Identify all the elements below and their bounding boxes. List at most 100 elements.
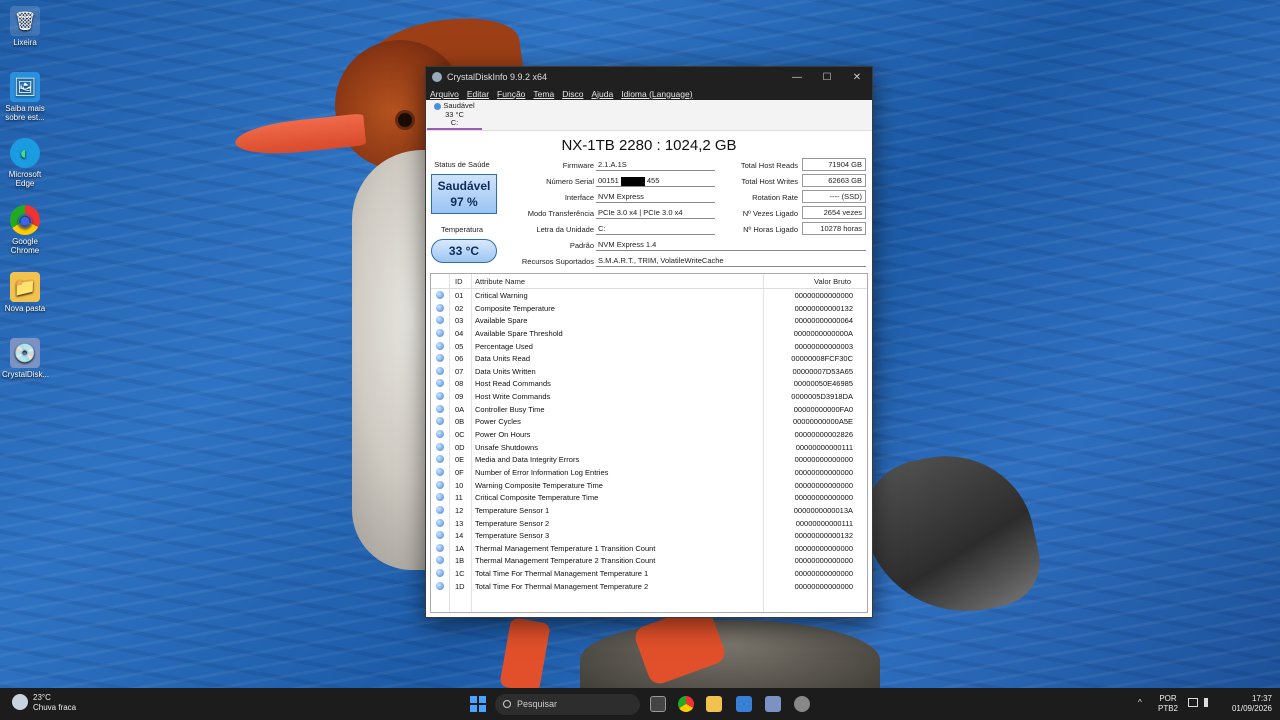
host-reads-label: Total Host Reads [740,161,798,170]
smart-row[interactable]: 10 Warning Composite Temperature Time 0000… [431,479,867,492]
temperature-button[interactable]: 33 °C [431,239,497,263]
menu-editar[interactable]: Editar [467,89,489,99]
smart-row[interactable]: 11 Critical Composite Temperature Time 000… [431,491,867,504]
desktop-icon-new-folder[interactable]: 📁 Nova pasta [2,272,48,313]
smart-id: 13 [455,518,464,528]
smart-row[interactable]: 05 Percentage Used 00000000000003 [431,340,867,353]
tray-chevron-icon[interactable]: ^ [1138,698,1142,708]
smart-row[interactable]: 04 Available Spare Threshold 0000000000000… [431,327,867,340]
smart-row[interactable]: 06 Data Units Read 00000008FCF30C [431,352,867,365]
smart-row[interactable]: 13 Temperature Sensor 2 00000000000111 [431,517,867,530]
chrome-taskbar-icon[interactable] [678,696,694,712]
desktop-icon-learn-more[interactable]: 🖼 Saiba mais sobre est... [2,72,48,122]
smart-table[interactable]: ID Attribute Name Valor Bruto 01 Critical… [430,273,868,613]
app-icon [432,72,442,82]
status-dot-icon [436,455,444,464]
menu-disco[interactable]: Disco [562,89,583,99]
smart-row[interactable]: 07 Data Units Written 00000007D53A65 [431,365,867,378]
smart-row[interactable]: 0F Number of Error Information Log Entrie… [431,466,867,479]
close-button[interactable]: ✕ [842,67,872,87]
menu-arquivo[interactable]: Arquivo [430,89,459,99]
smart-row[interactable]: 01 Critical Warning 00000000000000 [431,289,867,302]
serial-prefix: 00151 [598,176,619,185]
language-line2: PTB2 [1157,704,1178,713]
status-dot-icon [436,467,444,476]
desktop-icon-edge[interactable]: ◐ Microsoft Edge [2,138,48,188]
smart-row[interactable]: 03 Available Spare 00000000000064 [431,314,867,327]
health-percent: 97 % [450,195,478,209]
smart-row[interactable]: 0A Controller Busy Time 00000000000FA0 [431,403,867,416]
smart-row[interactable]: 1A Thermal Management Temperature 1 Trans… [431,542,867,555]
start-button[interactable] [470,696,486,712]
smart-row[interactable]: 0E Media and Data Integrity Errors 0000000… [431,453,867,466]
desktop-icon-chrome[interactable]: ◉ Google Chrome [2,205,48,255]
menu-ajuda[interactable]: Ajuda [591,89,613,99]
task-view-icon[interactable] [650,696,666,712]
smart-raw-value: 00000000000000 [794,569,853,579]
smart-row[interactable]: 1B Thermal Management Temperature 2 Trans… [431,554,867,567]
smart-row[interactable]: 09 Host Write Commands 0000005D3918DA [431,390,867,403]
title-bar[interactable]: CrystalDiskInfo 9.9.2 x64 — ☐ ✕ [426,67,872,87]
desktop-icon-crystaldisk[interactable]: 💿 CrystalDisk... [2,338,49,379]
smart-row[interactable]: 0D Unsafe Shutdowns 00000000000111 [431,441,867,454]
minimize-button[interactable]: — [782,67,812,87]
smart-attribute-name: Host Write Commands [475,392,551,402]
desktop-icon-recycle-bin[interactable]: 🗑 Lixeira [2,6,48,47]
file-explorer-icon[interactable] [706,696,722,712]
column-raw-value[interactable]: Valor Bruto [814,277,851,286]
maximize-button[interactable]: ☐ [812,67,842,87]
smart-row[interactable]: 08 Host Read Commands 00000050E46985 [431,377,867,390]
status-dot-icon [436,430,444,439]
smart-row[interactable]: 0B Power Cycles 00000000000A5E [431,415,867,428]
smart-raw-value: 00000000000000 [794,291,853,300]
smart-id: 0F [455,467,464,477]
smart-raw-value: 0000000000000A [793,328,853,338]
smart-raw-value: 00000000000FA0 [793,404,853,414]
drive-tab-status: Saudável [443,101,475,110]
menu-funcao[interactable]: Função [497,89,525,99]
smart-raw-value: 00000050E46985 [793,379,853,389]
drive-model-title: NX-1TB 2280 : 1024,2 GB [561,137,737,154]
drive-letter-label: Letra da Unidade [536,225,594,234]
smart-row[interactable]: 14 Temperature Sensor 3 00000000000132 [431,529,867,542]
drive-tab-c[interactable]: Saudável 33 °C C: [427,101,482,130]
smart-row[interactable]: 1D Total Time For Thermal Management Temp… [431,580,867,593]
smart-raw-value: 00000000000132 [794,303,853,313]
smart-attribute-name: Temperature Sensor 1 [475,505,550,515]
smart-row[interactable]: 1C Total Time For Thermal Management Temp… [431,567,867,580]
smart-raw-value: 00000000000003 [794,341,853,351]
rotation-rate-label: Rotation Rate [752,193,798,202]
smart-raw-value: 00000000000000 [794,467,853,477]
menu-tema[interactable]: Tema [533,89,554,99]
desktop-icon-label: Lixeira [13,38,37,47]
menu-idioma[interactable]: Idioma (Language) [621,89,692,99]
smart-row[interactable]: 0C Power On Hours 00000000002826 [431,428,867,441]
smart-attribute-name: Number of Error Information Log Entries [475,467,609,477]
weather-widget[interactable]: 23°C Chuva fraca [12,693,76,713]
network-icon[interactable] [1188,698,1198,707]
column-id[interactable]: ID [455,277,463,286]
smart-id: 0D [455,442,465,452]
smart-attribute-name: Data Units Written [475,366,536,376]
settings-gear-icon[interactable] [794,696,810,712]
health-status-button[interactable]: Saudável 97 % [431,174,497,214]
standard-label: Padrão [569,241,594,250]
language-indicator[interactable]: POR PTB2 [1156,694,1180,714]
smart-row[interactable]: 12 Temperature Sensor 1 0000000000013A [431,504,867,517]
smart-row[interactable]: 02 Composite Temperature 00000000000132 [431,302,867,315]
smart-attribute-name: Critical Warning [475,291,528,300]
taskbar-search[interactable]: Pesquisar [495,694,640,715]
mail-icon[interactable] [736,696,752,712]
power-count-label: Nº Vezes Ligado [742,209,798,218]
smart-id: 09 [455,392,464,402]
volume-icon[interactable] [1204,698,1212,707]
smart-raw-value: 00000000000000 [794,556,853,566]
interface-label: Interface [564,193,594,202]
standard-value: NVM Express 1.4 [596,239,866,251]
status-dot-icon [436,291,444,299]
crystaldisk-taskbar-icon[interactable] [765,696,781,712]
column-attribute-name[interactable]: Attribute Name [475,277,525,286]
edge-icon: ◐ [10,138,40,168]
clock[interactable]: 17:37 01/09/2026 [1224,694,1272,714]
smart-id: 08 [455,379,464,389]
